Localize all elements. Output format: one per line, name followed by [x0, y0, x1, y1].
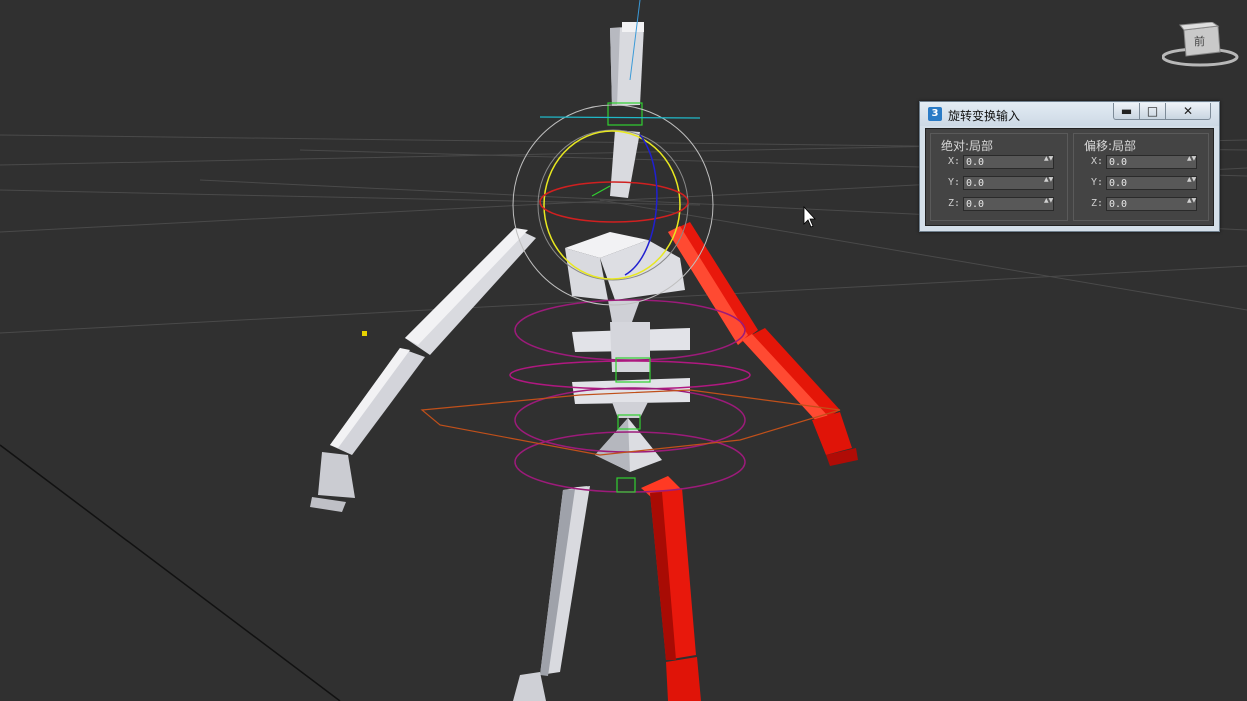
- rotate-transform-typein-dialog: 3 旋转变换输入 ▬ □ ✕ 绝对:局部 X: 0.0 ▲▼ Y: 0.0 ▲▼…: [919, 101, 1220, 232]
- bone-head-neck: [610, 22, 644, 198]
- bone-right-arm-selected: [668, 222, 858, 466]
- world-axis-line: [0, 444, 341, 701]
- y-label: Y:: [948, 177, 961, 188]
- spinner-arrows-icon[interactable]: ▲▼: [1187, 177, 1196, 189]
- maximize-button[interactable]: □: [1139, 103, 1166, 120]
- dialog-titlebar[interactable]: 3 旋转变换输入 ▬ □ ✕: [920, 102, 1219, 126]
- viewcube-front-label[interactable]: 前: [1194, 33, 1205, 49]
- close-button[interactable]: ✕: [1165, 103, 1211, 120]
- y-label: Y:: [1091, 177, 1104, 188]
- spinner-value[interactable]: 0.0: [966, 177, 984, 190]
- bone-left-leg: [513, 486, 590, 701]
- spinner-value[interactable]: 0.0: [1109, 198, 1127, 211]
- absolute-z-row: Z: 0.0 ▲▼: [941, 196, 1061, 212]
- offset-y-row: Y: 0.0 ▲▼: [1084, 175, 1204, 191]
- spinner-value[interactable]: 0.0: [1109, 177, 1127, 190]
- offset-y-spinner[interactable]: 0.0 ▲▼: [1106, 176, 1197, 190]
- viewcube[interactable]: 前: [1162, 22, 1240, 70]
- spinner-arrows-icon[interactable]: ▲▼: [1044, 156, 1053, 168]
- light-marker: [362, 331, 367, 336]
- spinner-arrows-icon[interactable]: ▲▼: [1187, 156, 1196, 168]
- absolute-x-spinner[interactable]: 0.0 ▲▼: [963, 155, 1054, 169]
- dialog-title: 旋转变换输入: [948, 109, 1021, 123]
- absolute-x-row: X: 0.0 ▲▼: [941, 154, 1061, 170]
- x-label: X:: [948, 156, 961, 167]
- spinner-value[interactable]: 0.0: [966, 198, 984, 211]
- spinner-value[interactable]: 0.0: [1109, 156, 1127, 169]
- dialog-body: 绝对:局部 X: 0.0 ▲▼ Y: 0.0 ▲▼ Z: 0.0 ▲▼ 偏移:局…: [925, 128, 1214, 226]
- spinner-arrows-icon[interactable]: ▲▼: [1044, 198, 1053, 210]
- minimize-button[interactable]: ▬: [1113, 103, 1140, 120]
- z-label: Z:: [948, 198, 961, 209]
- bone-spine: [572, 300, 690, 418]
- offset-x-spinner[interactable]: 0.0 ▲▼: [1106, 155, 1197, 169]
- 3ds-max-icon: 3: [928, 107, 942, 121]
- bone-chest: [565, 232, 685, 300]
- group-title-absolute: 绝对:局部: [939, 137, 996, 154]
- offset-x-row: X: 0.0 ▲▼: [1084, 154, 1204, 170]
- bone-left-arm: [310, 228, 536, 512]
- mouse-cursor: [803, 205, 816, 228]
- absolute-z-spinner[interactable]: 0.0 ▲▼: [963, 197, 1054, 211]
- x-label: X:: [1091, 156, 1104, 167]
- z-label: Z:: [1091, 198, 1104, 209]
- offset-z-spinner[interactable]: 0.0 ▲▼: [1106, 197, 1197, 211]
- bone-right-leg-selected: [641, 476, 701, 701]
- absolute-y-spinner[interactable]: 0.0 ▲▼: [963, 176, 1054, 190]
- bone-pelvis: [595, 418, 662, 472]
- group-title-offset: 偏移:局部: [1082, 137, 1139, 154]
- spinner-arrows-icon[interactable]: ▲▼: [1044, 177, 1053, 189]
- absolute-local-group: 绝对:局部 X: 0.0 ▲▼ Y: 0.0 ▲▼ Z: 0.0 ▲▼: [930, 133, 1068, 221]
- spinner-value[interactable]: 0.0: [966, 156, 984, 169]
- offset-z-row: Z: 0.0 ▲▼: [1084, 196, 1204, 212]
- offset-local-group: 偏移:局部 X: 0.0 ▲▼ Y: 0.0 ▲▼ Z: 0.0 ▲▼: [1073, 133, 1209, 221]
- spinner-arrows-icon[interactable]: ▲▼: [1187, 198, 1196, 210]
- 3d-viewport[interactable]: 前 3 旋转变换输入 ▬ □ ✕ 绝对:局部 X: 0.0 ▲▼ Y: 0.0 …: [0, 0, 1247, 701]
- absolute-y-row: Y: 0.0 ▲▼: [941, 175, 1061, 191]
